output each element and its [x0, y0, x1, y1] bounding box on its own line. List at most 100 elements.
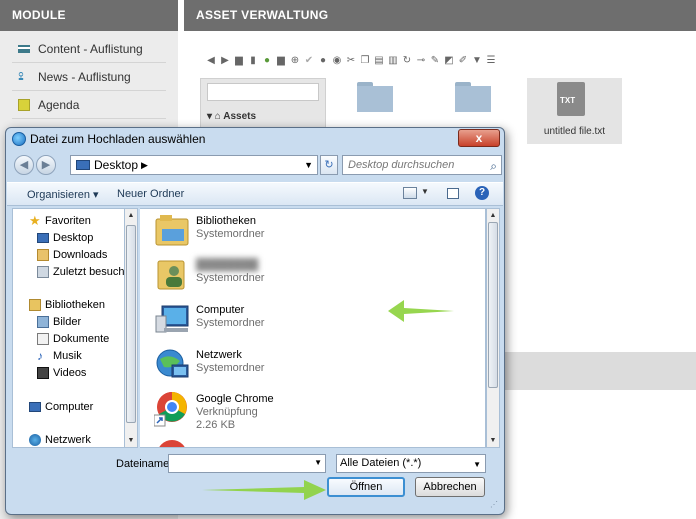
nav-desktop[interactable]: Desktop	[37, 230, 93, 246]
asset-folder[interactable]	[357, 82, 393, 112]
app-icon	[154, 437, 190, 447]
title-bar[interactable]: Datei zum Hochladen auswählen x	[6, 128, 504, 150]
calendar-icon	[18, 98, 30, 111]
new-folder-button[interactable]: Neuer Ordner	[117, 188, 184, 200]
pencil-icon[interactable]: ✐	[458, 55, 468, 66]
filter-icon[interactable]: ▼	[472, 55, 482, 66]
help-icon[interactable]: ?	[475, 186, 489, 200]
file-name: Computer	[196, 304, 245, 316]
eye-icon[interactable]: ◉	[332, 55, 342, 66]
cancel-button[interactable]: Abbrechen	[415, 477, 485, 497]
paste-icon[interactable]: ▤	[374, 55, 384, 66]
close-button[interactable]: x	[458, 129, 500, 147]
ie-icon	[12, 132, 26, 146]
command-bar: Organisieren ▾ Neuer Ordner ▼ ?	[7, 182, 503, 206]
asset-toolbar: ◀ ▶ ▆ ▮ ● ▆ ⊕ ✔ ● ◉ ✂ ❐ ▤ ▥ ↻ ⊸ ✎ ◩ ✐ ▼ …	[184, 48, 696, 72]
list-item[interactable]: Bibliotheken Systemordner	[154, 211, 454, 251]
scroll-up-icon[interactable]: ▲	[125, 210, 137, 222]
computer-icon	[29, 402, 41, 412]
asset-header: ASSET VERWALTUNG	[184, 0, 696, 31]
module-item-news[interactable]: ꔍ News - Auflistung	[12, 63, 166, 91]
nav-recent[interactable]: Zuletzt besucht	[37, 264, 128, 280]
file-type-select[interactable]: Alle Dateien (*.*) ▼	[336, 454, 486, 473]
refresh-icon[interactable]: ↻	[402, 55, 412, 66]
search-placeholder: Desktop durchsuchen	[348, 159, 455, 171]
preview-pane-icon[interactable]	[447, 188, 459, 199]
module-item-content[interactable]: Content - Auflistung	[12, 35, 166, 63]
list-item[interactable]	[154, 435, 454, 447]
nav-documents[interactable]: Dokumente	[37, 331, 109, 347]
user-folder-icon	[154, 257, 190, 293]
list-item[interactable]: Google Chrome Verknüpfung 2.26 KB	[153, 389, 454, 431]
chevron-down-icon[interactable]: ▼	[473, 456, 481, 473]
scroll-thumb[interactable]	[488, 222, 498, 388]
tree-root[interactable]: ▾ ⌂ Assets	[207, 111, 256, 122]
nav-scrollbar[interactable]: ▲ ▼	[124, 208, 138, 448]
search-input[interactable]: Desktop durchsuchen ⌕	[342, 155, 502, 175]
library-folder-icon	[154, 213, 190, 249]
check-icon[interactable]: ✔	[304, 55, 314, 66]
folder-icon[interactable]: ▆	[234, 55, 244, 66]
back-button[interactable]: ◀	[14, 155, 34, 175]
cut-icon[interactable]: ✂	[346, 55, 356, 66]
forward-button[interactable]: ▶	[36, 155, 56, 175]
filename-input[interactable]: ▼	[168, 454, 326, 473]
open-button[interactable]: Öffnen	[327, 477, 405, 497]
file-icon[interactable]: ▮	[248, 55, 258, 66]
list-item[interactable]: ████████ Systemordner	[154, 255, 454, 295]
file-scrollbar[interactable]: ▲ ▼	[486, 208, 500, 448]
nav-downloads[interactable]: Downloads	[37, 247, 107, 263]
link-icon[interactable]: ⊸	[416, 55, 426, 66]
chrome-icon	[153, 391, 190, 427]
file-name: Netzwerk	[196, 349, 242, 361]
refresh-button[interactable]: ↻	[320, 155, 338, 175]
nav-videos[interactable]: Videos	[37, 365, 86, 381]
copy-icon[interactable]: ❐	[360, 55, 370, 66]
nav-label: Favoriten	[45, 215, 91, 227]
nav-libraries[interactable]: Bibliotheken	[29, 297, 105, 313]
share-icon[interactable]: ◩	[444, 55, 454, 66]
upload-icon[interactable]: ●	[262, 55, 272, 66]
scroll-down-icon[interactable]: ▼	[125, 435, 137, 447]
organize-button[interactable]: Organisieren ▾	[27, 188, 99, 201]
arrow-left-icon[interactable]: ◀	[206, 55, 216, 66]
scroll-thumb[interactable]	[126, 225, 136, 423]
nav-label: Netzwerk	[45, 434, 91, 446]
list-item[interactable]: Netzwerk Systemordner	[154, 345, 454, 385]
file-badge: TXT	[560, 96, 576, 105]
info-icon[interactable]: ●	[318, 55, 328, 66]
file-name: untitled file.txt	[543, 126, 606, 137]
file-type: Verknüpfung	[196, 406, 258, 418]
chevron-down-icon[interactable]: ▼	[304, 156, 313, 174]
delete-icon[interactable]: ▥	[388, 55, 398, 66]
list-icon[interactable]: ☰	[486, 55, 496, 66]
tree-search-input[interactable]	[207, 83, 319, 101]
chevron-down-icon[interactable]: ▼	[421, 187, 429, 196]
chevron-right-icon[interactable]: ▶	[141, 156, 148, 174]
resize-grip-icon[interactable]: ⋰	[490, 500, 498, 509]
arrow-right-icon[interactable]: ▶	[220, 55, 230, 66]
nav-favorites[interactable]: ★ Favoriten	[29, 213, 91, 229]
dialog-title: Datei zum Hochladen auswählen	[30, 132, 206, 146]
folder-open-icon[interactable]: ▆	[276, 55, 286, 66]
scroll-up-icon[interactable]: ▲	[487, 210, 499, 222]
add-icon[interactable]: ⊕	[290, 55, 300, 66]
nav-pictures[interactable]: Bilder	[37, 314, 81, 330]
nav-music[interactable]: ♪ Musik	[37, 348, 82, 364]
modules-header: MODULE	[0, 0, 178, 31]
desktop-icon	[76, 160, 90, 170]
view-icon[interactable]	[403, 187, 417, 199]
asset-file-tile[interactable]: TXT untitled file.txt	[527, 78, 622, 144]
address-bar[interactable]: Desktop ▶ ▼	[70, 155, 318, 175]
module-item-agenda[interactable]: Agenda	[12, 91, 166, 119]
asset-folder[interactable]	[455, 82, 491, 112]
nav-network[interactable]: Netzwerk	[29, 432, 91, 448]
search-icon: ⌕	[490, 159, 497, 173]
nav-computer[interactable]: Computer	[29, 399, 93, 415]
chevron-down-icon[interactable]: ▼	[314, 458, 322, 467]
file-type: Systemordner	[196, 272, 265, 284]
videos-icon	[37, 367, 49, 379]
nav-label: Computer	[45, 401, 94, 413]
scroll-down-icon[interactable]: ▼	[487, 435, 499, 447]
edit-icon[interactable]: ✎	[430, 55, 440, 66]
